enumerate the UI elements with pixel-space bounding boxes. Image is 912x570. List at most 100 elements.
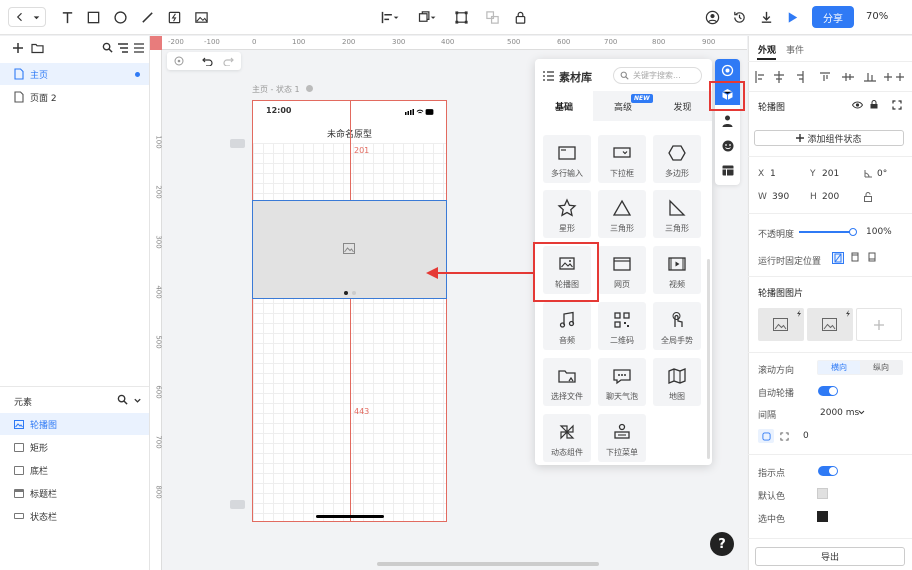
ungroup-button[interactable] [483, 8, 501, 26]
material-item-star[interactable]: 星形 [543, 190, 591, 238]
default-color-swatch[interactable] [817, 488, 828, 499]
material-item-webpage[interactable]: 网页 [598, 246, 646, 294]
search-pages-button[interactable] [102, 42, 113, 53]
y-input[interactable]: 201 [822, 169, 839, 179]
page-item-home[interactable]: 主页 [0, 63, 149, 85]
line-tool-button[interactable] [138, 8, 156, 26]
tab-discover[interactable]: 发现 [653, 91, 712, 121]
state-label[interactable]: 主页 - 状态 1 [252, 84, 300, 95]
material-item-gesture[interactable]: 全局手势 [653, 302, 701, 350]
sort-pages-button[interactable] [117, 42, 129, 53]
material-search-input[interactable]: 关键字搜索... [613, 67, 702, 84]
lightning-tool-button[interactable] [165, 8, 183, 26]
h-input[interactable]: 200 [822, 192, 839, 202]
align-menu-button[interactable] [378, 8, 402, 26]
template-icon[interactable] [722, 165, 734, 176]
corner-radius-input[interactable]: 0 [803, 431, 809, 441]
material-item-triangle[interactable]: 三角形 [598, 190, 646, 238]
w-input[interactable]: 390 [772, 192, 789, 202]
corner-all-button[interactable] [758, 429, 774, 443]
state-settings-icon[interactable] [306, 85, 313, 92]
preview-button[interactable] [783, 8, 801, 26]
help-button[interactable]: ? [710, 532, 734, 556]
tab-appearance[interactable]: 外观 [758, 43, 776, 56]
material-scrollbar[interactable] [707, 259, 710, 459]
note-tag-icon[interactable] [230, 139, 245, 148]
layer-item-carousel[interactable]: 轮播图 [0, 413, 149, 435]
add-folder-button[interactable] [31, 42, 44, 54]
canvas-scrollbar[interactable] [377, 562, 599, 566]
zoom-level[interactable]: 70% [866, 11, 888, 22]
rotation-input[interactable]: 0° [877, 169, 887, 179]
undo-icon[interactable] [202, 56, 213, 66]
tab-events[interactable]: 事件 [786, 43, 804, 56]
material-item-polygon[interactable]: 多边形 [653, 135, 701, 183]
elements-collapse-button[interactable] [133, 396, 142, 405]
carousel-image-2[interactable] [807, 308, 853, 341]
material-item-dropdown-menu[interactable]: 下拉菜单 [598, 414, 646, 462]
material-item-textarea[interactable]: 多行输入 [543, 135, 591, 183]
target-icon[interactable] [174, 56, 184, 66]
layer-item-rect[interactable]: 矩形 [0, 436, 149, 458]
x-input[interactable]: 1 [770, 169, 776, 179]
material-item-audio[interactable]: 音频 [543, 302, 591, 350]
ellipse-tool-button[interactable] [111, 8, 129, 26]
note-tag-icon[interactable] [230, 500, 245, 509]
page-item-page-2[interactable]: 页面 2 [0, 86, 149, 108]
material-item-right-triangle[interactable]: 三角形 [653, 190, 701, 238]
arrange-menu-button[interactable] [415, 8, 439, 26]
scroll-vertical-option[interactable]: 纵向 [860, 361, 902, 374]
tab-basic[interactable]: 基础 [535, 91, 593, 121]
alignment-toolbar-icons[interactable] [754, 71, 906, 83]
layer-item-title-bar[interactable]: 标题栏 [0, 482, 149, 504]
history-button[interactable] [730, 8, 748, 26]
material-item-video[interactable]: 视频 [653, 246, 701, 294]
autoplay-toggle[interactable] [818, 386, 838, 396]
lock-icon[interactable] [870, 100, 878, 109]
corner-each-button[interactable] [777, 429, 791, 443]
back-menu-button[interactable] [8, 7, 46, 27]
fixed-top-button[interactable] [850, 252, 862, 264]
material-item-qrcode[interactable]: 二维码 [598, 302, 646, 350]
export-button[interactable]: 导出 [755, 547, 905, 566]
layer-item-status-bar[interactable]: 状态栏 [0, 505, 149, 527]
share-button[interactable]: 分享 [812, 6, 854, 28]
collapse-pages-button[interactable] [133, 42, 145, 53]
emoji-icon[interactable] [722, 140, 734, 152]
opacity-slider-track[interactable] [799, 231, 853, 233]
redo-icon[interactable] [223, 56, 234, 66]
group-button[interactable] [452, 8, 470, 26]
text-tool-button[interactable] [58, 8, 76, 26]
image-tool-button[interactable] [192, 8, 210, 26]
target-panel-button[interactable] [715, 59, 740, 81]
add-carousel-image-button[interactable] [856, 308, 902, 341]
opacity-slider-knob[interactable] [849, 228, 857, 236]
unlock-ratio-icon[interactable] [864, 192, 872, 202]
eye-icon[interactable] [852, 101, 863, 109]
fixed-bottom-button[interactable] [867, 252, 879, 264]
carousel-component[interactable] [252, 200, 447, 299]
carousel-image-1[interactable] [758, 308, 804, 341]
material-item-dynamic[interactable]: 动态组件 [543, 414, 591, 462]
search-elements-button[interactable] [117, 394, 128, 405]
selected-color-swatch[interactable] [817, 511, 828, 522]
scroll-horizontal-option[interactable]: 横向 [818, 361, 860, 374]
rect-tool-button[interactable] [84, 8, 102, 26]
material-item-dropdown[interactable]: 下拉框 [598, 135, 646, 183]
material-item-map[interactable]: 地图 [653, 358, 701, 406]
phone-artboard[interactable]: 12:00 未命名原型 201 443 [252, 100, 447, 522]
material-item-chat-bubble[interactable]: 聊天气泡 [598, 358, 646, 406]
layer-item-bottom-bar[interactable]: 底栏 [0, 459, 149, 481]
add-page-button[interactable] [12, 42, 24, 54]
material-item-file-select[interactable]: 选择文件 [543, 358, 591, 406]
fixed-none-button[interactable] [832, 252, 844, 264]
lock-button[interactable] [511, 8, 529, 26]
opacity-value[interactable]: 100% [866, 227, 892, 237]
user-account-button[interactable] [703, 8, 721, 26]
interval-select[interactable]: 2000 ms [820, 408, 859, 418]
expand-icon[interactable] [892, 100, 902, 110]
download-button[interactable] [757, 8, 775, 26]
add-state-button[interactable]: 添加组件状态 [754, 130, 904, 146]
indicator-toggle[interactable] [818, 466, 838, 476]
person-icon[interactable] [722, 115, 733, 127]
